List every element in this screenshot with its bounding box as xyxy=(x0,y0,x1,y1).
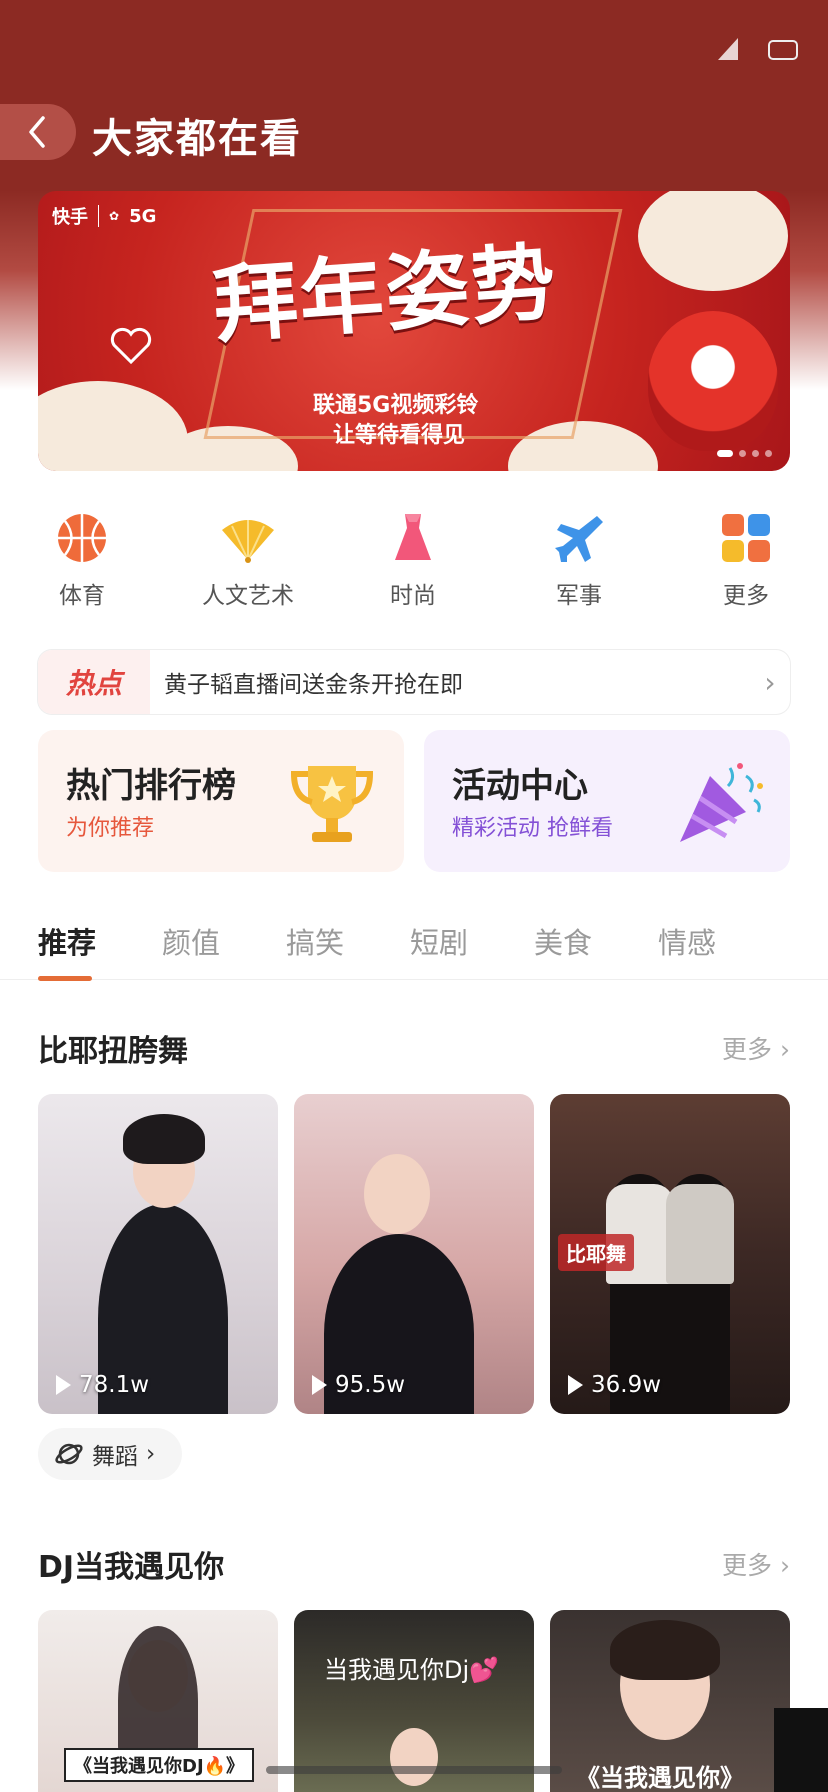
edge-overlay xyxy=(774,1708,828,1792)
activity-subtitle: 精彩活动 抢鲜看 xyxy=(452,816,613,841)
category-fashion[interactable]: 时尚 xyxy=(343,510,483,610)
play-icon xyxy=(312,1375,327,1395)
activity-title: 活动中心 xyxy=(452,766,588,806)
video-thumbnail[interactable]: 78.1w xyxy=(38,1094,278,1414)
category-arts[interactable]: 人文艺术 xyxy=(178,510,318,610)
video-thumbnail[interactable]: 《当我遇见你DJ🔥》 xyxy=(38,1610,278,1792)
video-thumbnail[interactable]: 比耶舞 36.9w xyxy=(550,1094,790,1414)
play-icon xyxy=(568,1375,583,1395)
battery-icon xyxy=(768,40,798,60)
section-more-link[interactable]: 更多 › xyxy=(722,1030,790,1066)
video-caption: 当我遇见你Dj💕 xyxy=(324,1656,500,1684)
brand-divider xyxy=(98,205,99,227)
tab-emotion[interactable]: 情感 xyxy=(658,920,716,962)
party-popper-icon xyxy=(680,763,763,842)
active-tab-indicator xyxy=(38,976,92,981)
play-count-value: 78.1w xyxy=(79,1372,150,1398)
back-button[interactable] xyxy=(0,104,76,160)
banner-subtitle-1: 联通5G视频彩铃 xyxy=(313,393,479,418)
video-caption: 《当我遇见你DJ🔥》 xyxy=(64,1748,255,1782)
chevron-right-icon: › xyxy=(780,1035,790,1064)
pagination-dot xyxy=(739,450,746,457)
page-title: 大家都在看 xyxy=(92,116,302,162)
activity-card[interactable]: 活动中心 精彩活动 抢鲜看 xyxy=(424,730,790,872)
tab-short-drama[interactable]: 短剧 xyxy=(410,920,468,962)
kuaishou-logo: 快手 xyxy=(52,207,88,228)
promo-banner[interactable]: 快手 ✿ 5G 拜年姿势 联通5G视频彩铃 让等待看得见 xyxy=(38,191,790,471)
chevron-left-icon xyxy=(29,116,45,148)
hot-news-row[interactable]: 热点 黄子韬直播间送金条开抢在即 › xyxy=(38,650,790,714)
banner-brand: 快手 ✿ 5G xyxy=(52,203,156,229)
play-count: 95.5w xyxy=(312,1372,405,1398)
section-title: 比耶扭胯舞 xyxy=(38,1034,188,1069)
5g-logo: 5G xyxy=(129,205,157,227)
banner-pagination xyxy=(717,450,772,457)
more-label: 更多 xyxy=(722,1035,773,1064)
status-bar xyxy=(648,30,798,70)
category-label: 人文艺术 xyxy=(202,583,294,609)
chevron-right-icon: › xyxy=(146,1441,156,1467)
plane-icon xyxy=(555,516,603,562)
play-icon xyxy=(56,1375,71,1395)
section-title: DJ当我遇见你 xyxy=(38,1550,225,1585)
ranking-subtitle: 为你推荐 xyxy=(66,816,155,841)
video-figure-hair xyxy=(123,1114,205,1164)
section-more-link[interactable]: 更多 › xyxy=(722,1546,790,1582)
play-count: 78.1w xyxy=(56,1372,149,1398)
chevron-right-icon: › xyxy=(780,1551,790,1580)
pagination-dot xyxy=(717,450,733,457)
pagination-dot xyxy=(765,450,772,457)
basketball-icon xyxy=(58,514,106,562)
heart-icon xyxy=(110,327,152,365)
banner-headline: 拜年姿势 xyxy=(210,233,561,355)
play-count: 36.9w xyxy=(568,1372,661,1398)
video-caption: 《当我遇见你》 xyxy=(576,1764,744,1792)
trophy-icon xyxy=(290,766,374,842)
video-thumbnail[interactable]: 《当我遇见你》 xyxy=(550,1610,790,1792)
video-overlay-tag: 比耶舞 xyxy=(558,1234,634,1271)
dress-icon xyxy=(395,514,431,560)
fan-icon xyxy=(222,520,274,563)
content-tabs: 推荐 颜值 搞笑 短剧 美食 情感 xyxy=(0,900,828,981)
category-military[interactable]: 军事 xyxy=(509,510,649,610)
video-figure-top xyxy=(666,1184,734,1284)
category-label: 更多 xyxy=(723,583,769,609)
video-figure-head xyxy=(364,1154,430,1234)
category-sports[interactable]: 体育 xyxy=(12,510,152,610)
grid-icon xyxy=(722,514,770,562)
category-label: 时尚 xyxy=(390,583,436,609)
video-thumbnail[interactable]: 95.5w xyxy=(294,1094,534,1414)
video-figure-head xyxy=(390,1728,438,1786)
signal-icon xyxy=(718,38,738,60)
unicom-logo-icon: ✿ xyxy=(109,209,120,223)
banner-subtitle-2: 让等待看得见 xyxy=(333,423,466,448)
tab-recommend[interactable]: 推荐 xyxy=(38,920,96,962)
ranking-title: 热门排行榜 xyxy=(66,766,236,806)
category-row: 体育 人文艺术 时尚 军事 更多 xyxy=(0,510,828,620)
ranking-card[interactable]: 热门排行榜 为你推荐 xyxy=(38,730,404,872)
tab-funny[interactable]: 搞笑 xyxy=(286,920,344,962)
hot-news-text: 黄子韬直播间送金条开抢在即 xyxy=(164,672,463,698)
video-figure-hair xyxy=(610,1620,720,1680)
play-count-value: 95.5w xyxy=(335,1372,406,1398)
tab-looks[interactable]: 颜值 xyxy=(162,920,220,962)
dance-topic-chip[interactable]: 舞蹈 › xyxy=(38,1428,182,1480)
pagination-dot xyxy=(752,450,759,457)
chevron-right-icon: › xyxy=(764,665,776,699)
lion-dance-illustration xyxy=(648,311,778,451)
chip-label: 舞蹈 xyxy=(92,1444,138,1470)
cloud-decoration xyxy=(638,191,788,291)
play-count-value: 36.9w xyxy=(591,1372,662,1398)
hot-tag: 热点 xyxy=(38,650,150,714)
video-thumbnail[interactable]: 当我遇见你Dj💕 xyxy=(294,1610,534,1792)
category-label: 军事 xyxy=(556,583,602,609)
tab-food[interactable]: 美食 xyxy=(534,920,592,962)
more-label: 更多 xyxy=(722,1551,773,1580)
category-more[interactable]: 更多 xyxy=(676,510,816,610)
planet-icon xyxy=(55,1443,83,1465)
home-indicator[interactable] xyxy=(266,1766,562,1774)
category-label: 体育 xyxy=(59,583,105,609)
